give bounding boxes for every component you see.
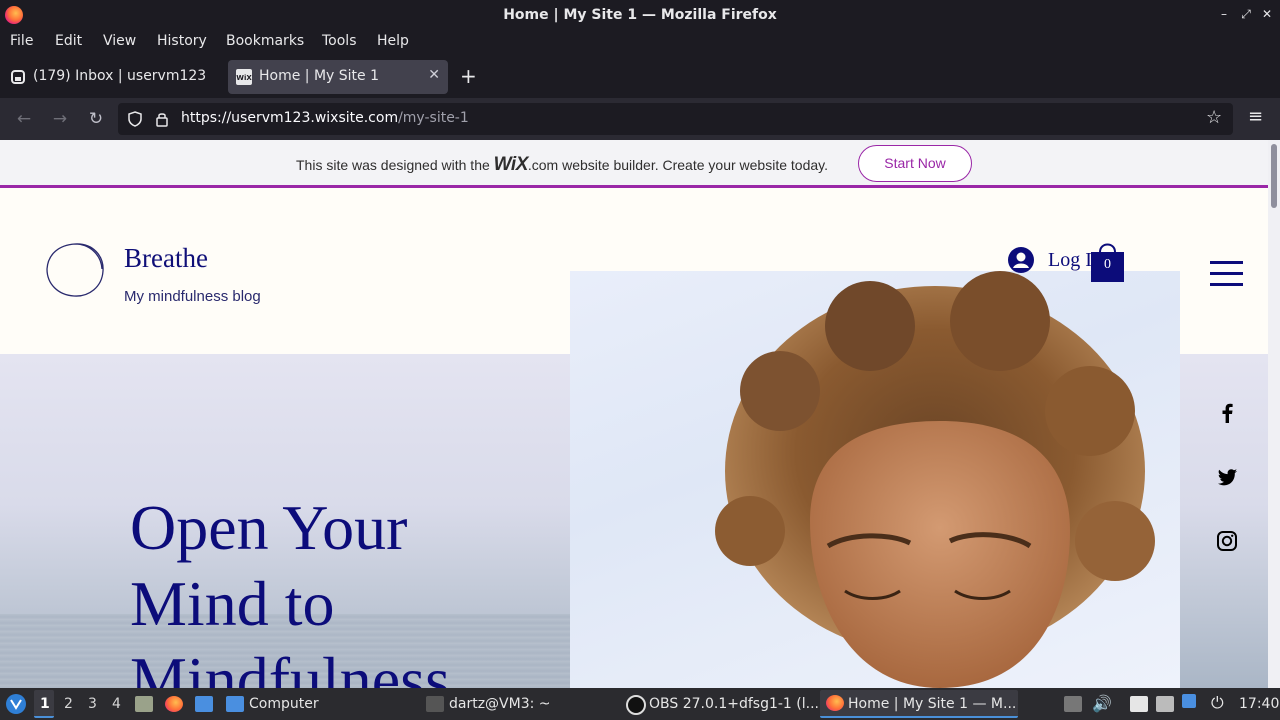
site-brand[interactable]: Breathe (124, 243, 208, 274)
wix-banner-message: This site was designed with the WiX.com … (296, 154, 828, 176)
twitter-icon[interactable] (1216, 466, 1238, 488)
tab-home-label: Home | My Site 1 (259, 68, 380, 84)
reload-icon[interactable]: ↻ (85, 108, 107, 130)
site-tagline: My mindfulness blog (124, 288, 261, 305)
scrollbar-thumb[interactable] (1271, 144, 1277, 208)
menu-bar: File Edit View History Bookmarks Tools H… (0, 30, 1280, 54)
tab-close-icon[interactable]: ✕ (428, 67, 440, 83)
page-viewport: This site was designed with the WiX.com … (0, 140, 1268, 688)
workspace-4[interactable]: 4 (112, 696, 121, 712)
cart-count: 0 (1104, 257, 1111, 272)
network-icon[interactable] (1156, 696, 1174, 712)
desktop-launcher-icon[interactable] (195, 696, 213, 712)
menu-file[interactable]: File (10, 33, 33, 49)
menu-history[interactable]: History (157, 33, 207, 49)
bookmark-star-icon[interactable]: ☆ (1206, 107, 1222, 128)
task-obs-label: OBS 27.0.1+dfsg1-1 (l... (649, 696, 819, 712)
power-icon[interactable]: ⏻ (1211, 693, 1224, 713)
task-obs[interactable]: OBS 27.0.1+dfsg1-1 (l... (622, 690, 819, 718)
tab-inbox[interactable]: (179) Inbox | uservm123 (2, 60, 224, 94)
shield-icon[interactable] (127, 111, 143, 127)
hero-line-2: Mind to (130, 568, 335, 639)
menu-view[interactable]: View (103, 33, 136, 49)
maximize-button[interactable]: ⤢ (1238, 7, 1254, 22)
task-firefox[interactable]: Home | My Site 1 — M... (820, 690, 1018, 718)
facebook-icon[interactable] (1216, 402, 1238, 424)
tab-inbox-label: (179) Inbox | uservm123 (33, 68, 207, 84)
firefox-launcher-icon[interactable] (165, 696, 183, 712)
menu-help[interactable]: Help (377, 33, 409, 49)
address-bar[interactable]: https://uservm123.wixsite.com/my-site-1 … (118, 103, 1233, 135)
page-scrollbar[interactable] (1268, 140, 1280, 688)
tab-bar: (179) Inbox | uservm123 WiX Home | My Si… (0, 56, 1280, 98)
start-menu-icon[interactable] (5, 693, 27, 715)
workspace-2[interactable]: 2 (64, 696, 73, 712)
task-computer-label: Computer (249, 696, 319, 712)
folder-icon (226, 696, 244, 712)
task-terminal-label: dartz@VM3: ~ (449, 696, 551, 712)
workspace-1[interactable]: 1 (40, 696, 50, 712)
cart-button[interactable]: 0 (1090, 240, 1125, 282)
workspace-3[interactable]: 3 (88, 696, 97, 712)
system-tray-icon[interactable] (1064, 696, 1082, 712)
task-computer[interactable]: Computer (222, 690, 402, 718)
banner-text-after: .com website builder. Create your websit… (527, 157, 828, 173)
hero-line-1: Open Your (130, 492, 408, 563)
app-menu-icon[interactable]: ≡ (1248, 106, 1263, 127)
navigation-toolbar: ← → ↻ https://uservm123.wixsite.com/my-s… (0, 98, 1280, 140)
wix-favicon-icon: WiX (236, 69, 252, 85)
url-path: /my-site-1 (398, 110, 469, 126)
clock[interactable]: 17:40 (1239, 696, 1279, 712)
new-tab-plus-icon[interactable]: + (460, 64, 477, 88)
woman-meditating-image (715, 271, 1155, 688)
volume-icon[interactable]: 🔊 (1092, 694, 1112, 713)
hero-line-3: Mindfulness (130, 644, 450, 688)
menu-bookmarks[interactable]: Bookmarks (226, 33, 304, 49)
hero-woman-photo (570, 271, 1180, 688)
hero-heading: Open Your Mind to Mindfulness (130, 490, 450, 688)
hamburger-menu-icon[interactable] (1210, 261, 1243, 287)
obs-icon (626, 695, 646, 715)
site-logo-circle-icon[interactable] (45, 242, 105, 298)
file-manager-launcher-icon[interactable] (135, 696, 153, 712)
lock-icon[interactable] (155, 111, 169, 127)
firefox-task-icon (826, 695, 844, 711)
url-text[interactable]: https://uservm123.wixsite.com/my-site-1 (181, 110, 469, 126)
window-titlebar: Home | My Site 1 — Mozilla Firefox – ⤢ ✕ (0, 0, 1280, 30)
menu-tools[interactable]: Tools (322, 33, 357, 49)
minimize-button[interactable]: – (1216, 7, 1232, 21)
mail-favicon-icon (11, 70, 25, 84)
start-now-button[interactable]: Start Now (858, 145, 972, 182)
url-host: https://uservm123.wixsite.com (181, 110, 399, 126)
wix-ad-banner: This site was designed with the WiX.com … (0, 140, 1268, 188)
tab-home-my-site[interactable]: WiX Home | My Site 1 ✕ (228, 60, 448, 94)
menu-edit[interactable]: Edit (55, 33, 82, 49)
svg-text:WiX: WiX (236, 74, 252, 82)
window-title: Home | My Site 1 — Mozilla Firefox (503, 7, 777, 23)
back-arrow-icon[interactable]: ← (13, 108, 35, 130)
banner-text-before: This site was designed with the (296, 157, 494, 173)
forward-arrow-icon[interactable]: → (49, 108, 71, 130)
terminal-icon (426, 696, 444, 712)
task-firefox-label: Home | My Site 1 — M... (848, 696, 1017, 712)
wix-logo[interactable]: WiX (494, 154, 529, 175)
clipboard-icon[interactable] (1130, 696, 1148, 712)
task-terminal[interactable]: dartz@VM3: ~ (422, 690, 612, 718)
update-notifier-icon[interactable] (1182, 694, 1196, 708)
system-taskbar: 1 2 3 4 Computer dartz@VM3: ~ OBS 27.0.1… (0, 688, 1280, 720)
close-window-button[interactable]: ✕ (1259, 7, 1275, 21)
user-avatar-icon[interactable] (1008, 247, 1034, 273)
instagram-icon[interactable] (1216, 530, 1238, 552)
